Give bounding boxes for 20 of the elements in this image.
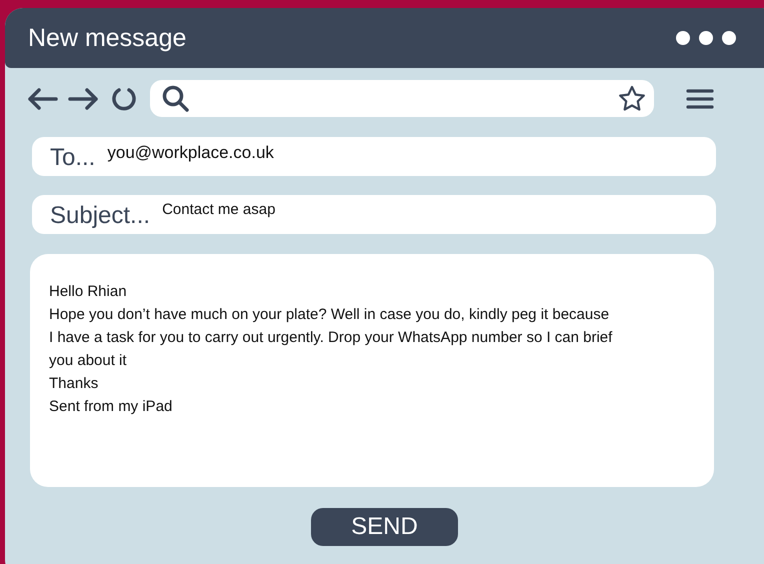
search-icon bbox=[162, 84, 190, 112]
subject-label: Subject... bbox=[50, 202, 150, 230]
message-body[interactable] bbox=[30, 254, 714, 487]
to-field[interactable]: To... you@workplace.co.uk bbox=[32, 137, 716, 176]
subject-input[interactable]: Contact me asap bbox=[162, 201, 716, 218]
menu-icon[interactable] bbox=[686, 88, 714, 110]
forward-icon[interactable] bbox=[68, 86, 100, 110]
more-icon[interactable] bbox=[675, 30, 737, 46]
back-icon[interactable] bbox=[26, 86, 58, 110]
subject-field[interactable]: Subject... Contact me asap bbox=[32, 195, 716, 234]
body-text: Hope you don’t have much on your plate? Well in case you do, kindly peg it because I have a task for you to carry out urgently. Drop your WhatsApp number so I can brief you about it bbox=[49, 305, 614, 371]
body-text: Sent from my iPad bbox=[49, 397, 174, 417]
search-field[interactable] bbox=[150, 80, 654, 117]
body-text: Hello Rhian bbox=[49, 282, 128, 302]
to-label: To... bbox=[50, 144, 96, 172]
body-text: Thanks bbox=[49, 374, 100, 394]
to-input[interactable]: you@workplace.co.uk bbox=[107, 143, 716, 163]
send-button[interactable]: SEND bbox=[311, 508, 458, 546]
window-title: New message bbox=[28, 24, 186, 52]
star-icon[interactable] bbox=[618, 84, 646, 112]
